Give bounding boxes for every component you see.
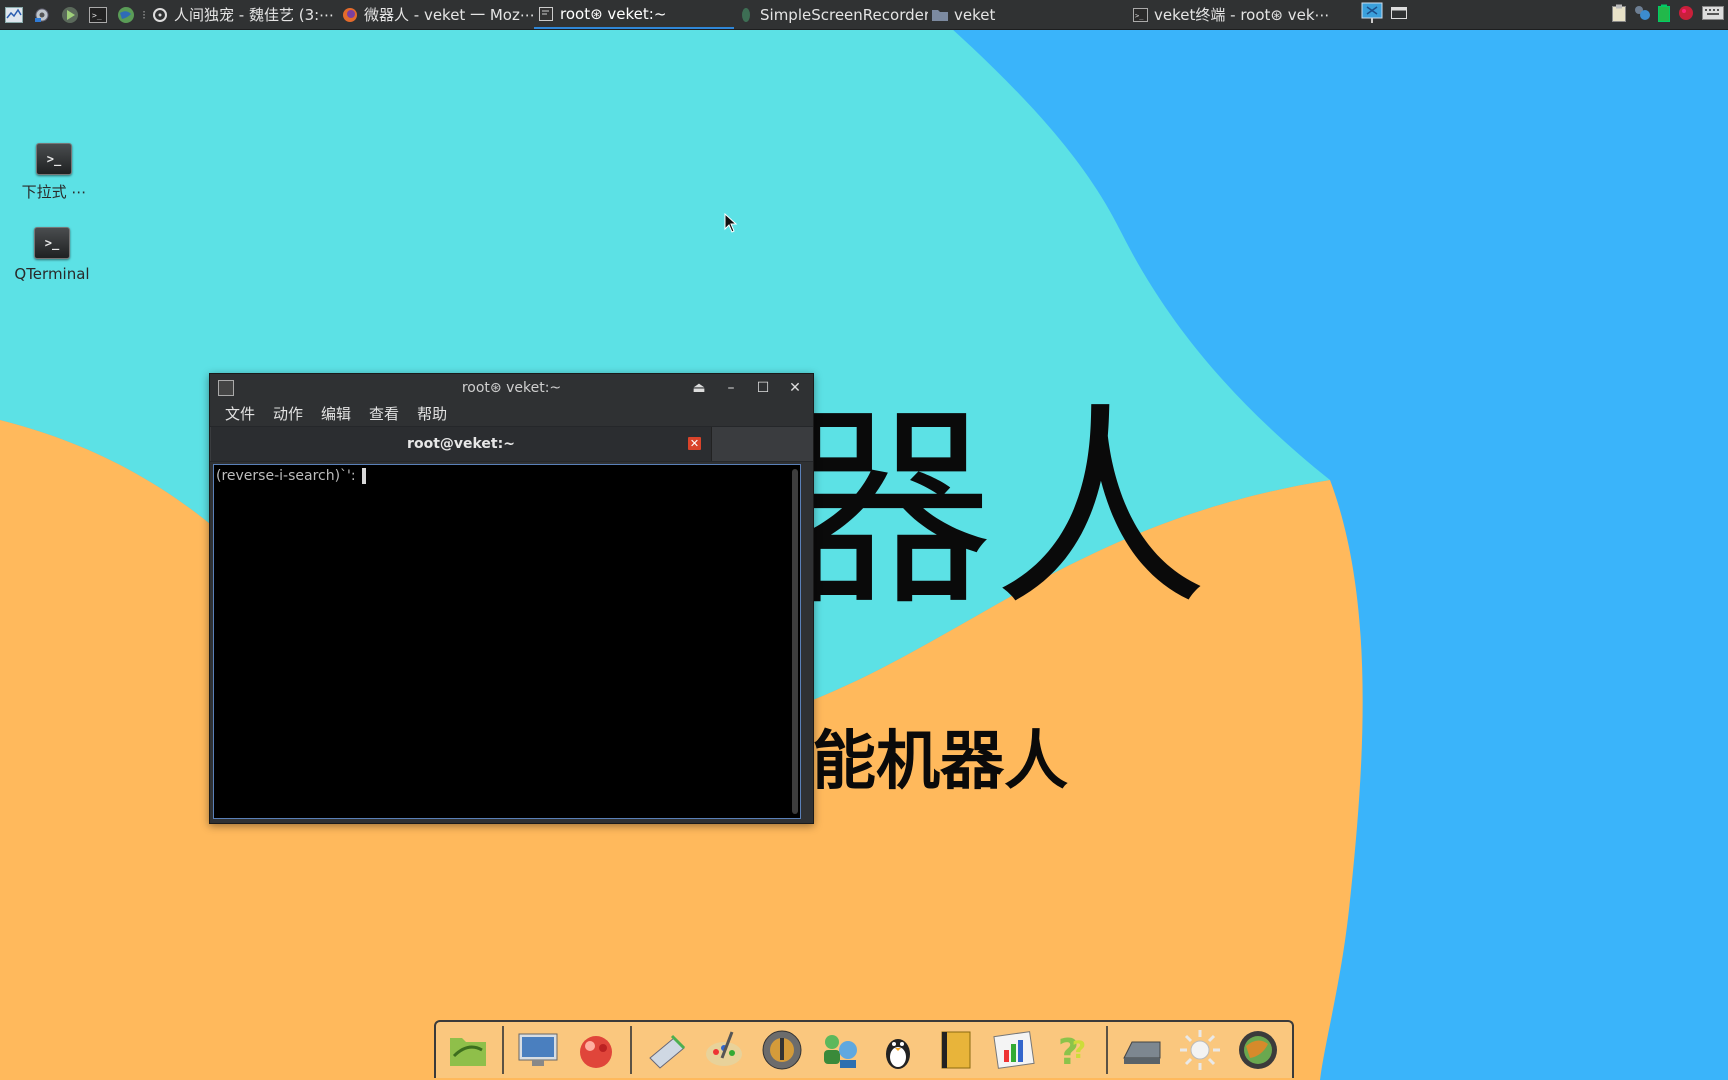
firefox-icon xyxy=(342,7,358,23)
network-users-icon[interactable] xyxy=(816,1026,864,1074)
dock-separator xyxy=(502,1026,504,1074)
tab-label: root@veket:~ xyxy=(407,436,515,452)
task-screen-recorder[interactable]: SimpleScreenRecorder xyxy=(734,0,928,29)
menu-help[interactable]: 帮助 xyxy=(408,401,456,426)
browser-globe-icon[interactable] xyxy=(112,0,140,29)
task-veket-terminal[interactable]: >_ veket终端 - root⊛ vek⋯ xyxy=(1128,0,1340,29)
top-panel: >_ ⁝ 人间独宠 - 魏佳艺 (3:⋯ 微器人 - veket 一 Moz⋯ … xyxy=(0,0,1728,30)
task-label: 人间独宠 - 魏佳艺 (3:⋯ xyxy=(174,6,335,24)
svg-text:>_: >_ xyxy=(92,11,102,20)
terminal-icon: >_ xyxy=(1132,7,1148,23)
contacts-book-icon[interactable] xyxy=(932,1026,980,1074)
task-label: veket xyxy=(954,5,996,24)
task-label: root⊛ veket:~ xyxy=(560,4,667,23)
task-label: SimpleScreenRecorder xyxy=(760,5,928,24)
display-settings-icon[interactable] xyxy=(514,1026,562,1074)
panel-tray-left xyxy=(1360,0,1407,29)
task-root-terminal[interactable]: root⊛ veket:~ xyxy=(534,0,734,29)
tab-bar: root@veket:~ ✕ xyxy=(210,426,813,462)
clipboard-icon[interactable] xyxy=(1612,4,1626,26)
terminal-icon: >_ xyxy=(34,227,70,259)
brightness-icon[interactable] xyxy=(1176,1026,1224,1074)
menu-edit[interactable]: 编辑 xyxy=(312,401,360,426)
chat-icon[interactable] xyxy=(1633,4,1651,26)
text-cursor xyxy=(361,468,366,484)
paint-icon[interactable] xyxy=(700,1026,748,1074)
terminal-app-icon[interactable] xyxy=(218,379,234,396)
terminal-launch-icon[interactable]: >_ xyxy=(84,0,112,29)
panel-separator: ⁝ xyxy=(142,7,146,22)
network-icon[interactable] xyxy=(1360,2,1384,28)
close-icon[interactable]: ✕ xyxy=(783,378,807,398)
terminal-prompt-text: (reverse-i-search)`': xyxy=(216,468,356,484)
web-browser-icon[interactable] xyxy=(1234,1026,1282,1074)
recorder-icon xyxy=(738,7,754,23)
help-icon[interactable]: ?? xyxy=(1048,1026,1096,1074)
package-manager-icon[interactable] xyxy=(572,1026,620,1074)
task-label: veket终端 - root⊛ vek⋯ xyxy=(1154,6,1330,24)
application-dock: ?? xyxy=(434,1020,1294,1078)
svg-text:?: ? xyxy=(1072,1036,1086,1064)
minimize-icon[interactable]: – xyxy=(719,378,743,398)
window-titlebar[interactable]: root⊛ veket:~ ⏏ – ☐ ✕ xyxy=(210,374,813,401)
svg-text:>_: >_ xyxy=(1135,12,1144,20)
maximize-icon[interactable]: ☐ xyxy=(751,378,775,398)
mouse-pointer-icon xyxy=(724,213,738,233)
keep-above-icon[interactable]: ⏏ xyxy=(687,378,711,398)
menu-bar: 文件 动作 编辑 查看 帮助 xyxy=(210,401,813,426)
task-firefox[interactable]: 微器人 - veket 一 Moz⋯ xyxy=(338,0,534,29)
wallpaper-sub-text: 能机器人 xyxy=(812,725,1068,799)
terminal-screen[interactable]: (reverse-i-search)`': xyxy=(213,464,801,819)
dock-separator xyxy=(1106,1026,1108,1074)
menu-view[interactable]: 查看 xyxy=(360,401,408,426)
task-music-player[interactable]: 人间独宠 - 魏佳艺 (3:⋯ xyxy=(148,0,338,29)
dock-separator xyxy=(630,1026,632,1074)
folder-icon xyxy=(932,7,948,23)
record-icon[interactable] xyxy=(1677,4,1695,26)
run-icon[interactable] xyxy=(56,0,84,29)
tab-close-icon[interactable]: ✕ xyxy=(688,437,701,450)
keyboard-icon[interactable] xyxy=(1702,5,1724,25)
file-manager-icon[interactable] xyxy=(444,1026,492,1074)
terminal-window[interactable]: root⊛ veket:~ ⏏ – ☐ ✕ 文件 动作 编辑 查看 帮助 roo… xyxy=(209,373,814,824)
battery-icon[interactable] xyxy=(1658,4,1670,26)
settings-tools-icon[interactable] xyxy=(28,0,56,29)
desktop-icon-label: QTerminal xyxy=(14,265,90,283)
terminal-icon: >_ xyxy=(36,143,72,175)
media-player-icon[interactable] xyxy=(758,1026,806,1074)
text-editor-icon[interactable] xyxy=(642,1026,690,1074)
show-desktop-icon[interactable] xyxy=(1391,6,1407,24)
spreadsheet-icon[interactable] xyxy=(990,1026,1038,1074)
terminal-icon xyxy=(538,6,554,22)
scanner-icon[interactable] xyxy=(1118,1026,1166,1074)
task-label: 微器人 - veket 一 Moz⋯ xyxy=(364,6,534,24)
desktop-icon-qterminal[interactable]: >_ QTerminal xyxy=(0,227,104,283)
terminal-output-line: (reverse-i-search)`': xyxy=(216,468,366,484)
desktop-icon-label: 下拉式 ⋯ xyxy=(21,183,87,201)
vertical-scrollbar[interactable] xyxy=(792,469,798,814)
menu-file[interactable]: 文件 xyxy=(216,401,264,426)
system-monitor-icon[interactable] xyxy=(0,0,28,29)
system-tray xyxy=(1612,0,1724,29)
task-veket-folder[interactable]: veket xyxy=(928,0,1128,29)
menu-actions[interactable]: 动作 xyxy=(264,401,312,426)
terminal-tab[interactable]: root@veket:~ ✕ xyxy=(211,427,712,461)
desktop-icon-dropdown-terminal[interactable]: >_ 下拉式 ⋯ xyxy=(2,143,106,202)
qq-penguin-icon[interactable] xyxy=(874,1026,922,1074)
media-disc-icon xyxy=(152,7,168,23)
wallpaper-big-text: 器人 xyxy=(778,384,1208,635)
